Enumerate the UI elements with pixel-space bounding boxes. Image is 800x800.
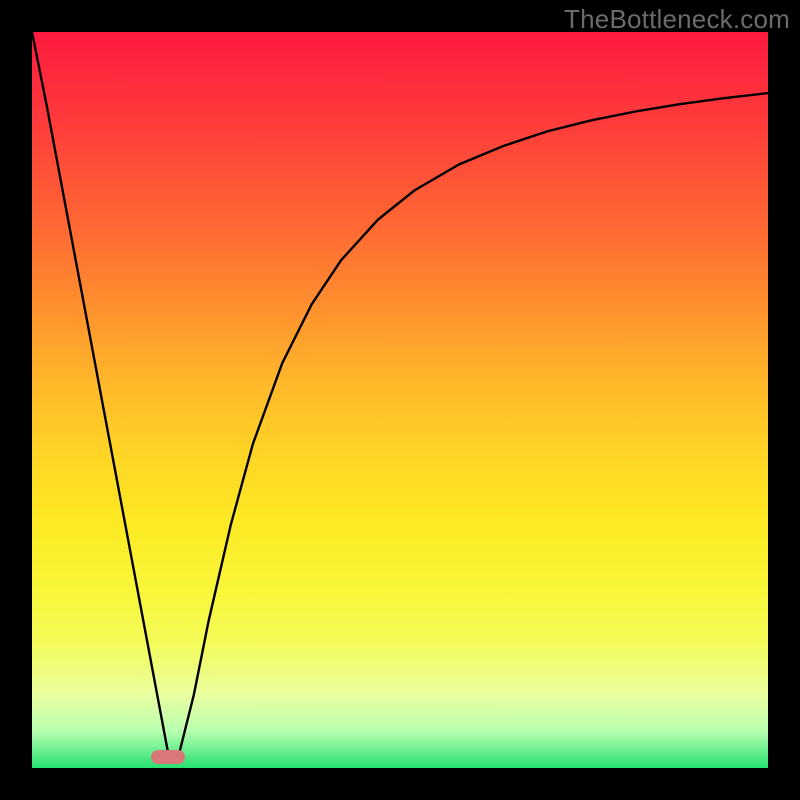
watermark-text: TheBottleneck.com xyxy=(564,4,790,35)
chart-frame: TheBottleneck.com xyxy=(0,0,800,800)
bottleneck-curve xyxy=(32,32,768,768)
optimal-marker xyxy=(151,750,185,764)
plot-area xyxy=(32,32,768,768)
